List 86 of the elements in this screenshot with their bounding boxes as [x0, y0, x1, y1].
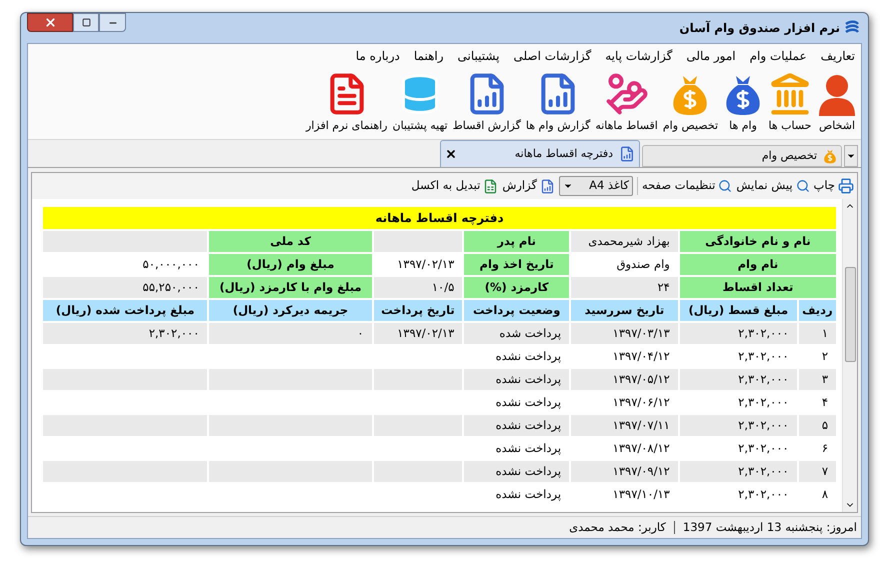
table-cell: پرداخت نشده [464, 369, 570, 390]
preview-button[interactable]: پیش نمایش [736, 177, 810, 195]
money-bag-icon [823, 148, 837, 164]
table-cell: پرداخت نشده [464, 461, 570, 482]
info-label: تعداد اقساط [680, 277, 836, 298]
ribbon-button[interactable]: وام ها [722, 68, 764, 134]
table-cell: پرداخت شده [464, 323, 570, 344]
info-label: نام وام [680, 254, 836, 275]
status-user: کاربر: محمد محمدی [569, 518, 666, 536]
paper-size-dropdown[interactable]: کاغذ A4 [558, 176, 633, 196]
export-excel-button[interactable]: تبدیل به اکسل [411, 177, 498, 195]
report-icon [540, 178, 555, 194]
info-label: مبلغ وام با کارمزد (ریال) [209, 277, 372, 298]
table-cell: ۳ [798, 369, 836, 390]
menu-item[interactable]: عملیات وام [750, 47, 807, 65]
column-header: مبلغ پرداخت شده (ریال) [43, 300, 208, 321]
info-label: نام و نام خانوادگی [680, 231, 836, 252]
table-cell: ۱۳۹۷/۰۵/۱۲ [571, 369, 678, 390]
ribbon-button[interactable]: تهیه پشتیبان [392, 68, 449, 134]
table-cell: ۲,۳۰۲,۰۰۰ [680, 461, 797, 482]
column-header: جریمه دیرکرد (ریال) [209, 300, 372, 321]
table-cell: ۰ [209, 323, 372, 344]
column-header: مبلغ قسط (ریال) [680, 300, 797, 321]
table-cell: ۱۳۹۷/۰۹/۱۲ [571, 461, 678, 482]
hand-coins-icon [604, 72, 649, 116]
info-label: کارمزد (%) [464, 277, 570, 298]
tab[interactable]: دفترچه اقساط ماهانه [440, 140, 640, 167]
table-cell: ۲,۳۰۲,۰۰۰ [680, 369, 797, 390]
menu-item[interactable]: راهنما [414, 47, 444, 65]
table-cell: ۵ [798, 415, 836, 436]
info-label: کد ملی [209, 231, 372, 252]
table-cell: ۱۳۹۷/۰۳/۱۳ [571, 323, 678, 344]
table-cell: ۱۳۹۷/۰۷/۱۱ [571, 415, 678, 436]
print-button[interactable]: چاپ [814, 177, 854, 195]
info-value: ۲۴ [571, 277, 678, 298]
menu-item[interactable]: درباره ما [356, 47, 400, 65]
table-cell: ۲,۳۰۲,۰۰۰ [680, 415, 797, 436]
report-title: دفترچه اقساط ماهانه [43, 207, 836, 229]
column-header: وضعیت پرداخت [464, 300, 570, 321]
report-button[interactable]: گزارش [502, 177, 555, 195]
ribbon-button[interactable]: تخصیص وام [662, 68, 719, 134]
table-cell: ۱۳۹۷/۰۲/۱۳ [374, 323, 462, 344]
info-label: تاریخ اخذ وام [464, 254, 570, 275]
report-icon [619, 146, 635, 162]
menu-item[interactable]: پشتیبانی [458, 47, 500, 65]
ribbon-button[interactable]: گزارش وام ها [524, 68, 592, 134]
ribbon-button[interactable]: اقساط ماهانه [594, 68, 659, 134]
scrollbar[interactable] [842, 199, 857, 512]
magnifier-icon [796, 179, 810, 193]
table-cell: پرداخت نشده [464, 415, 570, 436]
info-value: بهزاد شیرمحمدی [571, 231, 678, 252]
window-title: نرم افزار صندوق وام آسان [679, 20, 840, 37]
close-icon [44, 16, 56, 29]
app-logo-icon [844, 20, 860, 36]
close-tab-icon [445, 148, 457, 160]
ribbon-button[interactable]: حساب ها [767, 68, 813, 134]
ribbon-button[interactable]: راهنمای نرم افزار [305, 68, 388, 134]
close-button[interactable] [27, 13, 73, 32]
person-icon [817, 72, 857, 116]
spreadsheet-icon [483, 178, 498, 194]
info-label: نام پدر [464, 231, 570, 252]
ribbon-button[interactable]: گزارش اقساط [452, 68, 522, 134]
column-header: تاریخ پرداخت [374, 300, 462, 321]
info-value: ۵۵,۲۵۰,۰۰۰ [43, 277, 208, 298]
page-setup-button[interactable]: تنظیمات صفحه [642, 177, 732, 195]
menu-item[interactable]: تعاریف [820, 47, 855, 65]
ribbon-button[interactable]: اشخاص [816, 68, 858, 134]
maximize-button[interactable] [73, 13, 99, 32]
info-label: مبلغ وام (ریال) [209, 254, 372, 275]
magnifier-icon [718, 179, 732, 193]
table-cell: ۲,۳۰۲,۰۰۰ [43, 323, 208, 344]
printer-icon [838, 178, 854, 194]
scrollbar-thumb[interactable] [844, 267, 856, 362]
table-cell: ۱ [798, 323, 836, 344]
menu-item[interactable]: امور مالی [686, 47, 736, 65]
column-header: ردیف [798, 300, 836, 321]
maximize-icon [82, 18, 90, 27]
table-cell: ۷ [798, 461, 836, 482]
tab-dropdown-button[interactable] [844, 145, 858, 167]
menu-item[interactable]: گزارشات پایه [605, 47, 672, 65]
table-cell: ۲,۳۰۲,۰۰۰ [680, 323, 797, 344]
column-header: تاریخ سررسید [571, 300, 678, 321]
status-date: امروز: پنجشنبه 13 اردیبهشت 1397 [682, 518, 857, 536]
menu-item[interactable]: گزارشات اصلی [513, 47, 592, 65]
info-value: ۱۰/۵ [374, 277, 462, 298]
tab[interactable]: تخصیص وام [642, 145, 842, 167]
